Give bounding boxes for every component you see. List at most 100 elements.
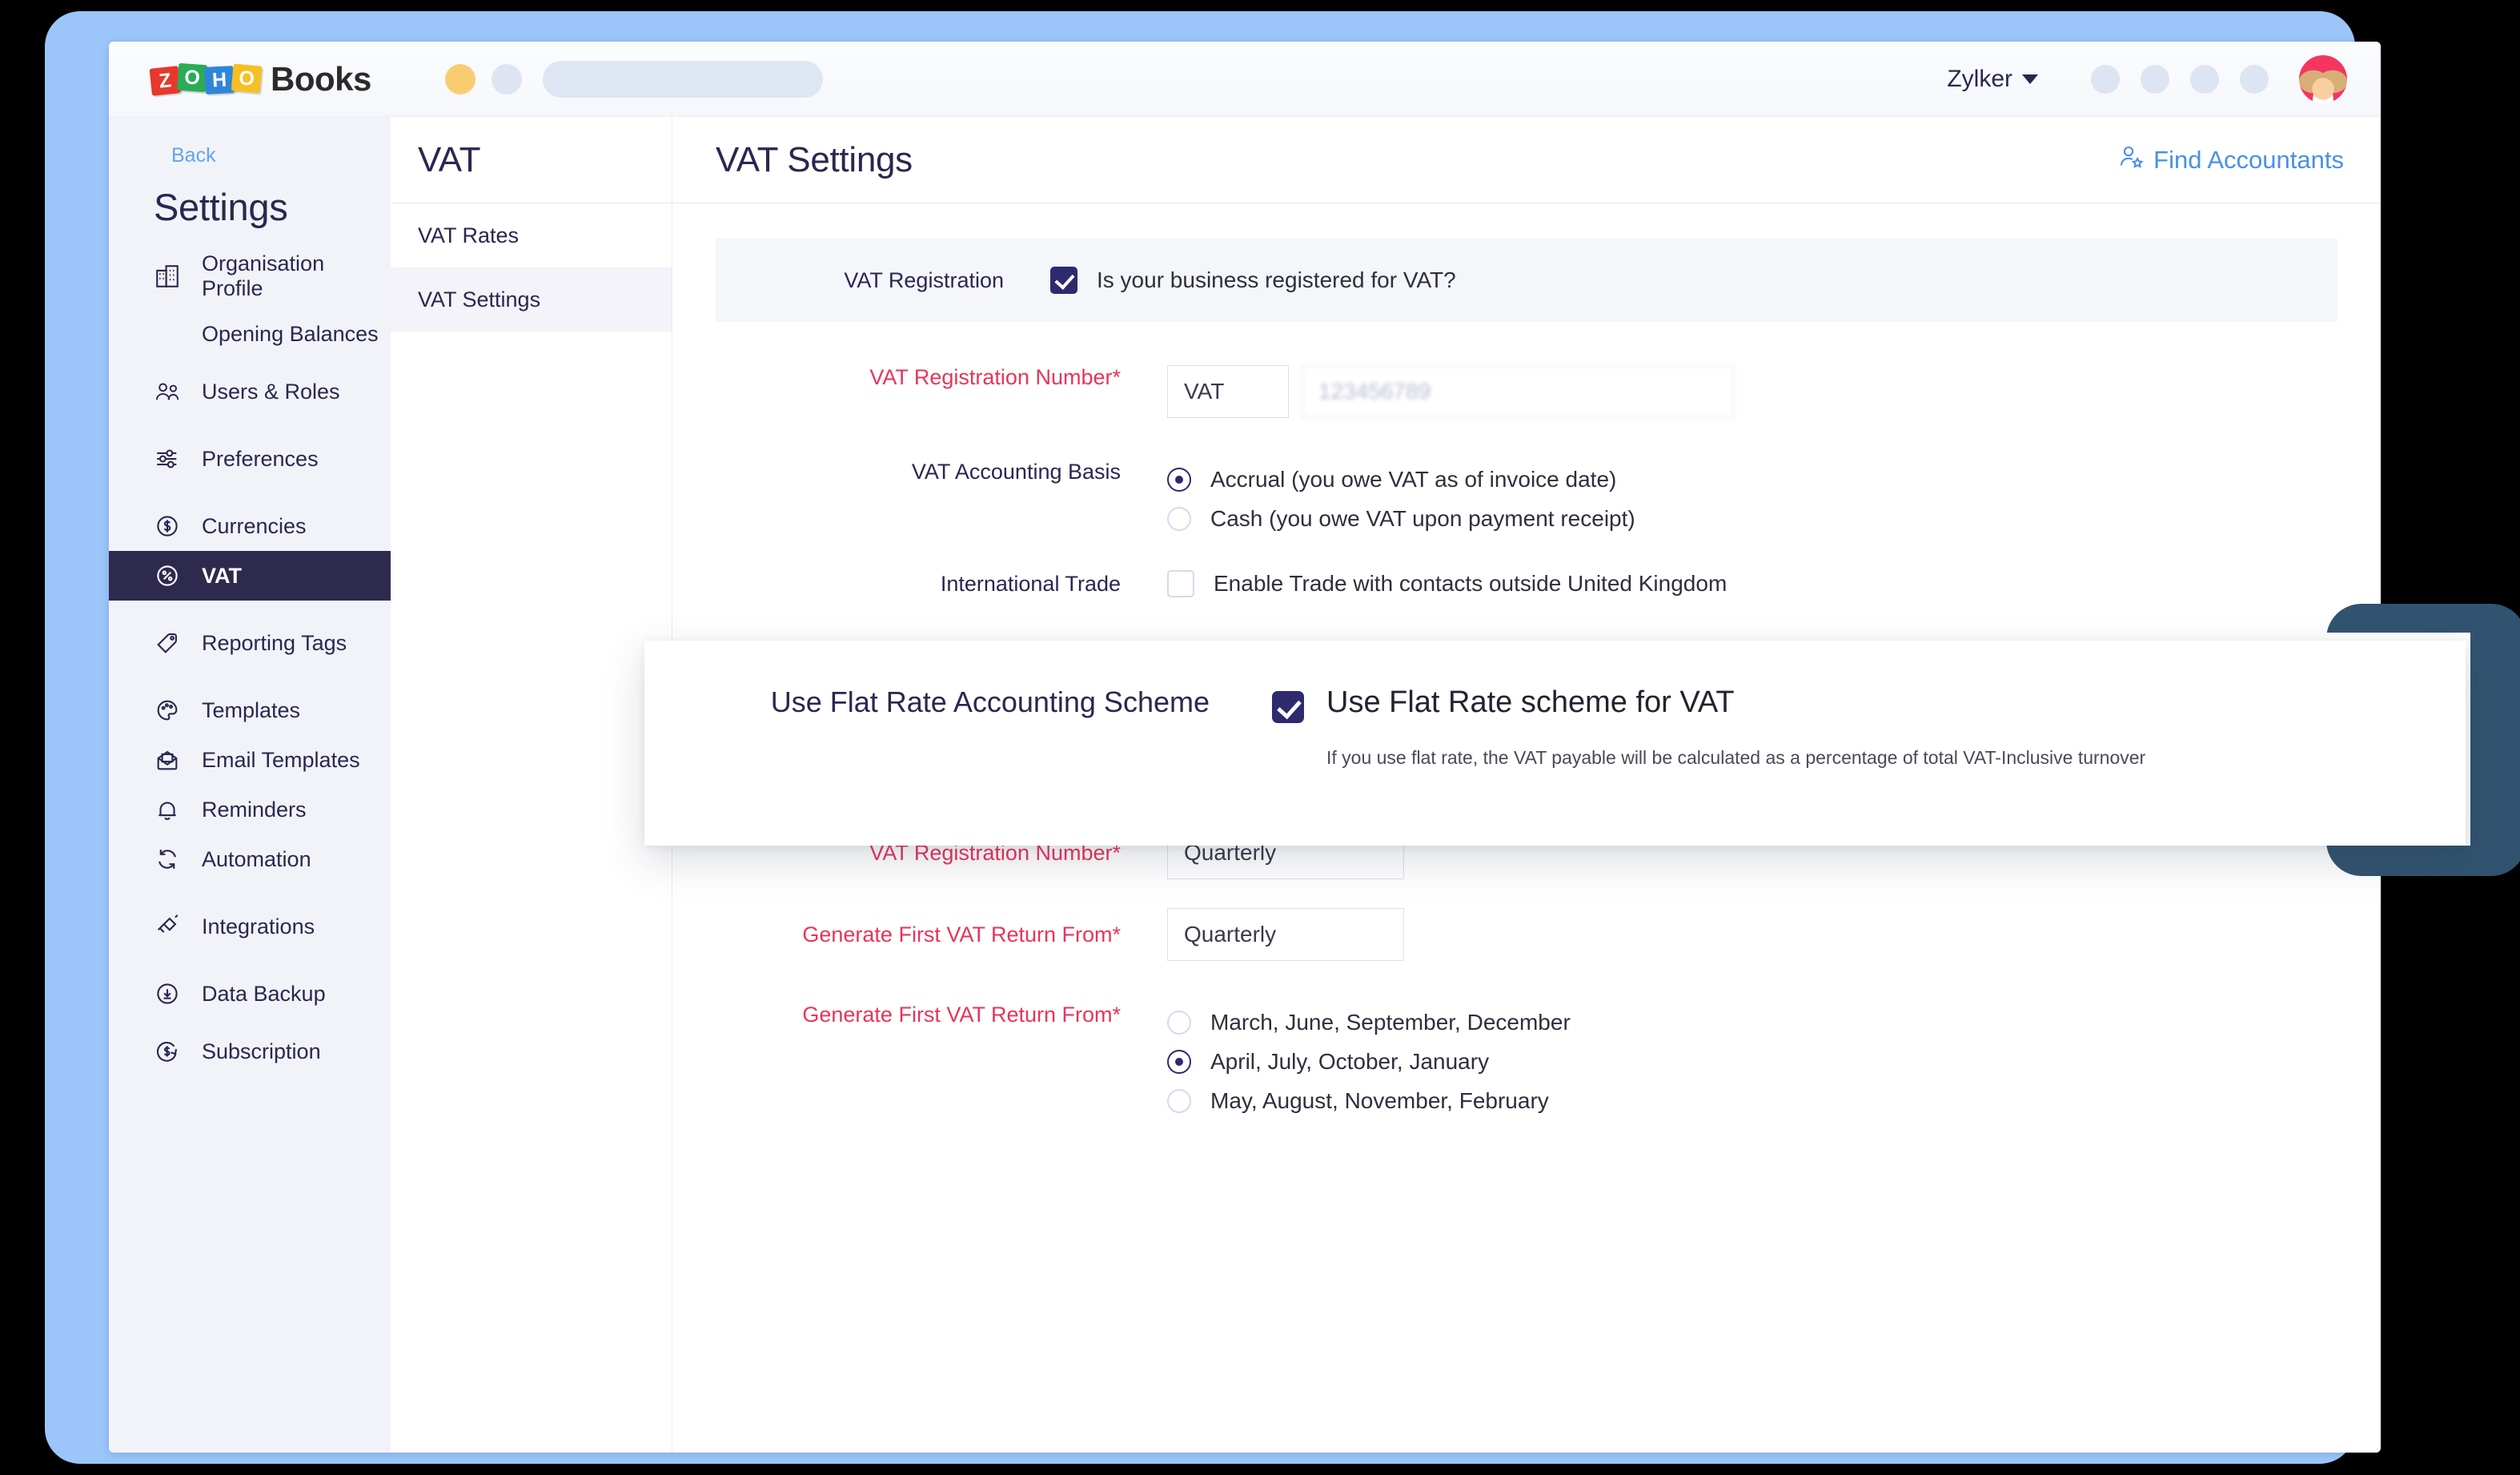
vat-nav-item-label: VAT Rates: [418, 223, 519, 248]
find-accountants-label: Find Accountants: [2153, 146, 2344, 175]
vat-settings-title: VAT Settings: [716, 140, 913, 180]
radio-label: March, June, September, December: [1210, 1010, 1571, 1035]
radio-accrual[interactable]: [1167, 468, 1191, 492]
sidebar-item-currencies[interactable]: Currencies: [109, 501, 391, 551]
sidebar-item-label: Currencies: [202, 514, 307, 539]
tag-icon: [154, 629, 195, 657]
sidebar-item-opening-balances[interactable]: Opening Balances: [109, 309, 391, 359]
envelope-icon: [154, 746, 195, 774]
sidebar-item-label: Preferences: [202, 447, 319, 472]
flat-rate-description: If you use flat rate, the VAT payable wi…: [1326, 741, 2145, 775]
accounting-basis-option-accrual[interactable]: Accrual (you owe VAT as of invoice date): [1167, 460, 1635, 499]
plug-icon: [154, 913, 195, 940]
sidebar-item-vat[interactable]: VAT: [109, 551, 391, 601]
vat-return-start-select[interactable]: Quarterly: [1167, 908, 1404, 961]
sidebar-item-reminders[interactable]: Reminders: [109, 785, 391, 834]
nav-placeholder-dot-1[interactable]: [445, 64, 476, 94]
page-title: Settings: [154, 185, 391, 229]
vat-settings-header: VAT Settings Find Accountants: [672, 117, 2381, 203]
zoho-logo-letter-o1: O: [177, 62, 207, 91]
sidebar-item-templates[interactable]: Templates: [109, 685, 391, 735]
flat-rate-callout-body: Use Flat Rate scheme for VAT If you use …: [1326, 685, 2145, 775]
international-trade-checkbox-label: Enable Trade with contacts outside Unite…: [1214, 571, 1727, 597]
sidebar-item-label: Email Templates: [202, 748, 360, 773]
radio-label: Cash (you owe VAT upon payment receipt): [1210, 506, 1635, 532]
nav-placeholder-dot-2[interactable]: [492, 64, 522, 94]
header-icon-placeholder-4[interactable]: [2240, 65, 2269, 94]
radio-cash[interactable]: [1167, 507, 1191, 531]
vat-registration-label: VAT Registration: [716, 268, 1004, 293]
download-circle-icon: [154, 980, 195, 1007]
accounting-basis-option-cash[interactable]: Cash (you owe VAT upon payment receipt): [1167, 499, 1635, 538]
sidebar-item-label: Users & Roles: [202, 380, 340, 404]
international-trade-checkbox[interactable]: [1167, 570, 1194, 597]
header-icon-placeholder-1[interactable]: [2091, 65, 2120, 94]
chevron-down-icon[interactable]: [2022, 74, 2038, 84]
radio-label: May, August, November, February: [1210, 1088, 1549, 1114]
vat-nav-item-label: VAT Settings: [418, 287, 540, 312]
sidebar-item-organisation-profile[interactable]: Organisation Profile: [109, 251, 391, 301]
sidebar-item-label: Reporting Tags: [202, 631, 347, 656]
sidebar-item-email-templates[interactable]: Email Templates: [109, 735, 391, 785]
sidebar-item-users-roles[interactable]: Users & Roles: [109, 367, 391, 416]
building-icon: [154, 263, 195, 290]
return-month-option-2[interactable]: April, July, October, January: [1167, 1042, 1571, 1081]
sidebar-item-data-backup[interactable]: Data Backup: [109, 969, 391, 1019]
sidebar-item-preferences[interactable]: Preferences: [109, 434, 391, 484]
sidebar-item-reporting-tags[interactable]: Reporting Tags: [109, 618, 391, 668]
zoho-logo-letter-o2: O: [231, 63, 263, 93]
vat-nav-item-vat-settings[interactable]: VAT Settings: [391, 267, 672, 332]
search-bar-placeholder[interactable]: [543, 61, 823, 98]
sidebar-item-integrations[interactable]: Integrations: [109, 902, 391, 951]
percent-circle-icon: [154, 562, 195, 589]
back-link[interactable]: Back: [171, 144, 391, 167]
radio-apr-jul-oct-jan[interactable]: [1167, 1050, 1191, 1074]
settings-sidebar: Back Settings Organisation Profile: [109, 117, 391, 1453]
vat-prefix-input[interactable]: VAT: [1167, 365, 1289, 418]
users-icon: [154, 378, 195, 405]
flat-rate-callout-label: Use Flat Rate Accounting Scheme: [644, 685, 1221, 719]
vat-nav-item-vat-rates[interactable]: VAT Rates: [391, 203, 672, 267]
vat-accounting-basis-label: VAT Accounting Basis: [672, 460, 1121, 484]
sidebar-item-label: Integrations: [202, 914, 315, 939]
radio-mar-jun-sep-dec[interactable]: [1167, 1011, 1191, 1035]
flat-rate-checkbox-label: Use Flat Rate scheme for VAT: [1326, 685, 2145, 720]
zoho-logo-letter-z: Z: [150, 66, 181, 96]
header-icon-placeholder-2[interactable]: [2141, 65, 2169, 94]
vat-nav-column: VAT VAT Rates VAT Settings: [391, 117, 672, 1453]
sidebar-item-label: Automation: [202, 847, 311, 872]
bell-icon: [154, 796, 195, 823]
dollar-refresh-icon: [154, 1038, 195, 1065]
app-top-bar: Z O H O Books Zylker: [109, 42, 2381, 117]
header-icon-placeholder-3[interactable]: [2190, 65, 2219, 94]
vat-registration-checkbox[interactable]: [1050, 267, 1077, 294]
refresh-icon: [154, 846, 195, 873]
vat-registration-number-label: VAT Registration Number*: [672, 365, 1121, 390]
vat-column-header: VAT: [391, 117, 672, 203]
sidebar-item-label: Templates: [202, 698, 300, 723]
sidebar-item-automation[interactable]: Automation: [109, 834, 391, 884]
vat-column-title: VAT: [418, 140, 480, 180]
avatar[interactable]: [2299, 55, 2347, 103]
organisation-name-label[interactable]: Zylker: [1947, 66, 2012, 93]
sidebar-item-label: VAT: [202, 564, 242, 589]
vat-number-input[interactable]: 123456789: [1302, 365, 1734, 418]
sidebar-item-subscription[interactable]: Subscription: [109, 1027, 391, 1076]
sidebar-item-label: Data Backup: [202, 982, 326, 1007]
sidebar-item-label: Opening Balances: [202, 322, 379, 347]
zoho-logo-letter-h: H: [204, 66, 235, 94]
brand-logo[interactable]: Z O H O Books: [150, 62, 371, 96]
sidebar-item-label: Reminders: [202, 798, 307, 822]
sidebar-item-label: Organisation Profile: [202, 251, 391, 301]
find-accountants-link[interactable]: Find Accountants: [2117, 143, 2344, 178]
international-trade-label: International Trade: [672, 572, 1121, 597]
sidebar-item-label: Subscription: [202, 1039, 321, 1064]
return-field-3-label: Generate First VAT Return From*: [672, 1003, 1121, 1027]
return-month-option-3[interactable]: May, August, November, February: [1167, 1081, 1571, 1120]
return-month-option-1[interactable]: March, June, September, December: [1167, 1003, 1571, 1042]
user-star-icon: [2117, 143, 2145, 178]
radio-label: April, July, October, January: [1210, 1049, 1489, 1075]
radio-may-aug-nov-feb[interactable]: [1167, 1089, 1191, 1113]
flat-rate-checkbox[interactable]: [1272, 691, 1304, 723]
return-field-2-label: Generate First VAT Return From*: [672, 922, 1121, 947]
